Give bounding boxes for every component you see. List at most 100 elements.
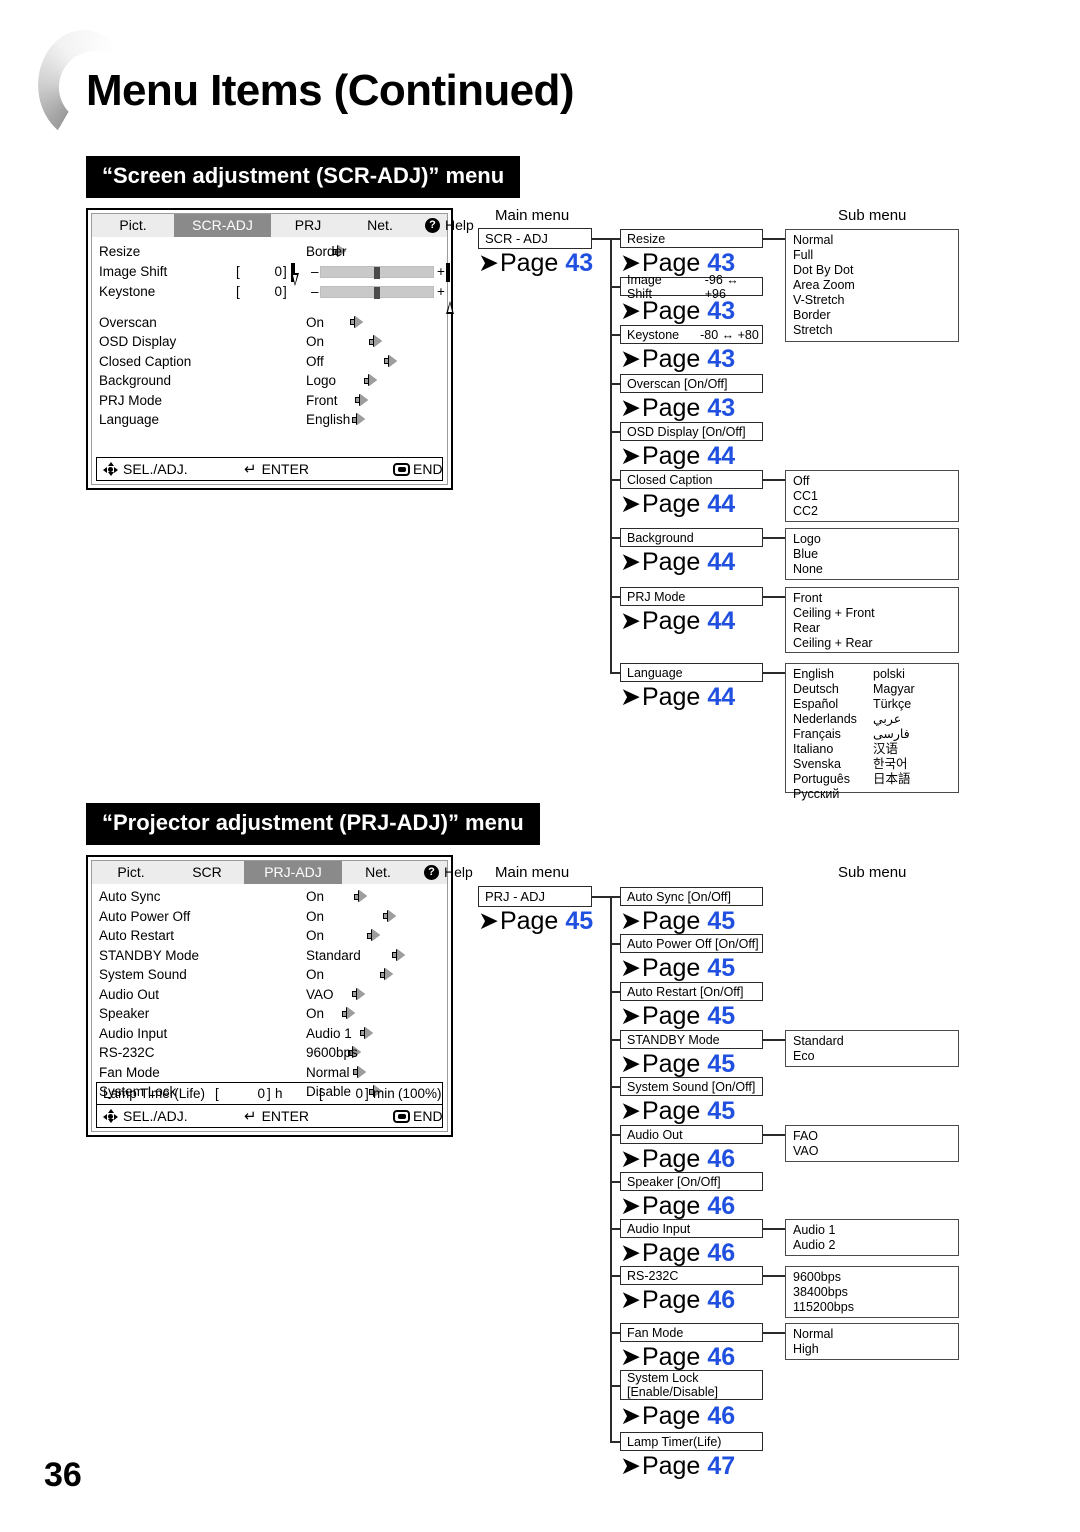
osd-tab-help-2[interactable]: ? Help (414, 861, 479, 884)
osd-row-osd-display[interactable]: OSD Display On (92, 332, 447, 352)
flow-trunk-prj-adj (610, 896, 612, 1441)
page-label: Page (641, 490, 701, 518)
osd-row-background[interactable]: Background Logo (92, 371, 447, 391)
osd-tab-help[interactable]: ? Help (415, 214, 480, 237)
osd-row-standby-mode[interactable]: STANDBY Mode Standard (92, 946, 447, 966)
osd-row-auto-power-off[interactable]: Auto Power Off On (92, 907, 447, 927)
page-label: Page (641, 683, 701, 711)
lamp-timer-label: Lamp Timer(Life) (103, 1086, 206, 1101)
page-label: Page (641, 1050, 701, 1078)
osd-row-value: Standard (306, 947, 361, 963)
osd-row-keystone[interactable]: Keystone [ 0 ] – + (92, 272, 454, 314)
page-label: Page (641, 1002, 701, 1030)
flow-pageref-prj-mode: ➤ Page 44 (620, 607, 735, 636)
osd-row-value: 0 (274, 264, 282, 279)
flow-connector (592, 896, 611, 898)
gray-arrow-icon (342, 1008, 355, 1020)
bracket-open: [ (236, 284, 240, 299)
right-arrow-icon: ➤ (620, 1286, 641, 1314)
page-label: Page (641, 297, 701, 325)
flow-pageref-background: ➤ Page 44 (620, 548, 735, 577)
right-arrow-icon: ➤ (620, 490, 641, 518)
slider-knob[interactable] (374, 286, 380, 299)
footer-sel-adj-2[interactable]: SEL./ADJ. (103, 1108, 188, 1124)
osd-row-value: Off (306, 353, 324, 369)
osd-tab-prj-adj[interactable]: PRJ-ADJ (244, 861, 342, 884)
bracket-open: [ (236, 264, 240, 279)
flow-item-box-osd-display: OSD Display [On/Off] (620, 422, 763, 441)
footer-end[interactable]: END (393, 461, 443, 477)
osd-row-label: Speaker (99, 1006, 150, 1022)
osd-row-closed-caption[interactable]: Closed Caption Off (92, 352, 447, 372)
osd-tab-scr-adj[interactable]: SCR-ADJ (174, 214, 271, 237)
page-label: Page (641, 607, 701, 635)
page-number: 45 (707, 907, 736, 935)
flow-connector (763, 479, 785, 481)
osd-row-label: PRJ Mode (99, 392, 163, 408)
footer-enter[interactable]: ↵ ENTER (244, 461, 309, 477)
osd-row-image-shift[interactable]: Image Shift [ 0 ] – + (92, 262, 450, 282)
osd-tab-pict[interactable]: Pict. (92, 214, 174, 237)
osd-footer-scr-adj: SEL./ADJ. ↵ ENTER END (96, 457, 443, 481)
osd-row-rs232c[interactable]: RS-232C 9600bps (92, 1043, 447, 1063)
osd-tab-net[interactable]: Net. (345, 214, 415, 237)
osd-row-label: Auto Sync (99, 889, 161, 905)
footer-end-label: END (413, 1108, 443, 1124)
osd-row-auto-sync[interactable]: Auto Sync On (92, 887, 447, 907)
flow-item-box-prj-mode: PRJ Mode (620, 587, 763, 606)
sub-option: Audio 2 (793, 1238, 836, 1252)
osd-tab-net-2[interactable]: Net. (342, 861, 414, 884)
osd-row-value: On (306, 314, 325, 330)
osd-row-value: 0 (274, 284, 282, 299)
footer-enter-2[interactable]: ↵ ENTER (244, 1108, 309, 1124)
image-shift-slider-track[interactable] (320, 265, 434, 279)
osd-row-overscan[interactable]: Overscan On (92, 313, 447, 333)
osd-row-system-sound[interactable]: System Sound On (92, 965, 447, 985)
flow-pageref-speaker: ➤ Page 46 (620, 1192, 735, 1221)
gray-arrow-icon (352, 988, 365, 1000)
osd-row-list-prj-adj: Auto Sync On Auto Power Off On Auto Rest… (92, 884, 447, 1102)
keystone-slider-track[interactable] (320, 285, 434, 299)
osd-tab-prj[interactable]: PRJ (271, 214, 345, 237)
sub-option: Ceiling + Front (793, 606, 875, 620)
sub-option: polski (873, 667, 905, 681)
page-label: Page (641, 548, 701, 576)
osd-row-label: Keystone (99, 284, 156, 299)
osd-tab-pict-2[interactable]: Pict. (92, 861, 170, 884)
osd-row-fan-mode[interactable]: Fan Mode Normal (92, 1063, 447, 1083)
slider-knob[interactable] (374, 266, 380, 279)
gray-arrow-icon (352, 414, 365, 426)
right-arrow-icon: ➤ (620, 1050, 641, 1078)
sub-option: Border (793, 308, 831, 322)
page-number: 45 (707, 1097, 736, 1125)
sub-option: Português (793, 772, 850, 786)
osd-row-label: STANDBY Mode (99, 947, 200, 963)
flow-main-box-prj-adj: PRJ - ADJ (478, 886, 592, 907)
flow-sub-box-closed-caption: Off CC1 CC2 (785, 470, 959, 522)
osd-tab-scr[interactable]: SCR (170, 861, 244, 884)
page-label: Page (641, 1402, 701, 1430)
footer-sel-adj[interactable]: SEL./ADJ. (103, 461, 188, 477)
osd-row-resize[interactable]: Resize Border (92, 242, 447, 262)
osd-row-audio-out[interactable]: Audio Out VAO (92, 985, 447, 1005)
osd-row-audio-input[interactable]: Audio Input Audio 1 (92, 1024, 447, 1044)
flow-sub-box-prj-mode: Front Ceiling + Front Rear Ceiling + Rea… (785, 587, 959, 653)
right-arrow-icon: ➤ (478, 907, 499, 935)
flow-connector (763, 238, 785, 240)
osd-row-speaker[interactable]: Speaker On (92, 1004, 447, 1024)
sub-option: CC1 (793, 489, 819, 503)
osd-row-auto-restart[interactable]: Auto Restart On (92, 926, 447, 946)
osd-panel-scr-adj: Pict. SCR-ADJ PRJ Net. ? Help Resize Bor… (86, 208, 474, 490)
flow-sub-box-audio-input: Audio 1 Audio 2 (785, 1219, 959, 1256)
osd-panel-prj-adj: Pict. SCR PRJ-ADJ Net. ? Help Auto Sync … (86, 855, 473, 1137)
flow-column-header-main-2: Main menu (495, 864, 570, 881)
flow-column-header-sub-2: Sub menu (838, 864, 907, 881)
osd-row-language[interactable]: Language English (92, 410, 447, 430)
page-number: 45 (707, 1002, 736, 1030)
sub-option: Audio 1 (793, 1223, 836, 1237)
flow-item-box-auto-restart: Auto Restart [On/Off] (620, 982, 763, 1001)
flow-main-box-scr-adj: SCR - ADJ (478, 228, 592, 249)
footer-end-2[interactable]: END (393, 1108, 443, 1124)
osd-row-prj-mode[interactable]: PRJ Mode Front (92, 391, 447, 411)
sub-option: 9600bps (793, 1270, 841, 1284)
